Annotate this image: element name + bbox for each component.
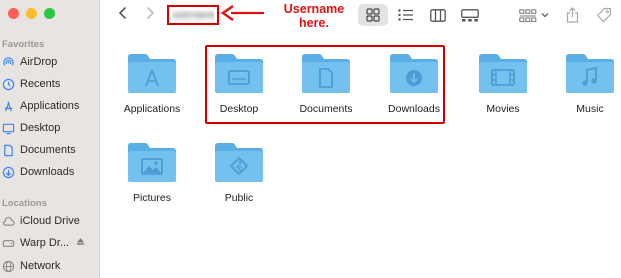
group-grid-icon — [519, 8, 537, 22]
folder-music[interactable]: Music — [550, 51, 621, 115]
gallery-view-button[interactable] — [457, 4, 483, 26]
sidebar-item-label: Network — [20, 260, 61, 272]
public-folder-icon — [215, 143, 263, 182]
sidebar-item-label: AirDrop — [20, 56, 58, 68]
locations-section-title: Locations — [2, 198, 47, 209]
annotation-arrow-icon — [221, 5, 264, 21]
sidebar-item-icloud-drive[interactable]: iCloud Drive — [2, 211, 98, 231]
gallery-icon — [461, 8, 479, 22]
folder-label: Pictures — [133, 192, 171, 204]
annotation-highlight-box — [205, 45, 445, 124]
column-view-button[interactable] — [425, 4, 451, 26]
folder-label: Music — [576, 103, 604, 115]
chevron-down-icon — [541, 12, 549, 18]
columns-icon — [430, 8, 446, 22]
sidebar-item-label: Warp Dr... — [20, 237, 70, 249]
folder-pictures[interactable]: Pictures — [112, 140, 192, 204]
folder-title: username — [172, 9, 214, 21]
folder-applications[interactable]: Applications — [112, 51, 192, 115]
folder-grid: Applications Desktop Documents Downloads — [101, 32, 621, 278]
movies-folder-icon — [479, 54, 527, 93]
clock-icon — [2, 78, 15, 91]
airdrop-icon — [2, 56, 15, 69]
music-folder-icon — [566, 54, 614, 93]
cloud-icon — [2, 215, 15, 228]
sidebar-item-applications[interactable]: Applications — [2, 96, 98, 116]
sidebar-item-downloads[interactable]: Downloads — [2, 162, 98, 182]
sidebar-item-warp-drive[interactable]: Warp Dr... — [2, 233, 98, 253]
drive-icon — [2, 237, 15, 250]
folder-label: Applications — [123, 103, 181, 115]
sidebar-item-network[interactable]: Network — [2, 256, 98, 276]
pictures-folder-icon — [128, 143, 176, 182]
sidebar-item-label: Applications — [20, 100, 80, 112]
folder-movies[interactable]: Movies — [463, 51, 543, 115]
sidebar-item-label: Documents — [20, 144, 76, 156]
minimize-window-button[interactable] — [26, 8, 37, 19]
chevron-left-icon — [117, 6, 129, 25]
applications-icon — [2, 100, 15, 113]
tag-icon — [596, 7, 612, 23]
maximize-window-button[interactable] — [44, 8, 55, 19]
list-icon — [398, 9, 414, 21]
document-icon — [2, 144, 15, 157]
share-icon — [566, 7, 579, 23]
eject-icon[interactable] — [76, 237, 85, 249]
folder-public[interactable]: Public — [199, 140, 279, 204]
favorites-section-title: Favorites — [2, 39, 45, 50]
toolbar: username Username here. — [101, 0, 621, 32]
grid-icon — [366, 8, 380, 22]
applications-folder-icon — [128, 54, 176, 93]
folder-label: Movies — [486, 103, 520, 115]
group-by-button[interactable] — [518, 4, 550, 26]
chevron-right-icon — [144, 6, 156, 25]
folder-label: Public — [224, 192, 254, 204]
globe-icon — [2, 260, 15, 273]
sidebar-item-label: Recents — [20, 78, 61, 90]
sidebar-item-airdrop[interactable]: AirDrop — [2, 52, 98, 72]
sidebar-item-desktop[interactable]: Desktop — [2, 118, 98, 138]
share-button[interactable] — [561, 4, 583, 26]
sidebar-item-recents[interactable]: Recents — [2, 74, 98, 94]
list-view-button[interactable] — [393, 4, 419, 26]
desktop-icon — [2, 122, 15, 135]
sidebar-item-label: Desktop — [20, 122, 61, 134]
back-button[interactable] — [114, 6, 132, 24]
username-annotation: Username here. — [283, 2, 345, 30]
window-controls — [8, 8, 55, 19]
sidebar-item-label: iCloud Drive — [20, 215, 80, 227]
forward-button[interactable] — [141, 6, 159, 24]
download-icon — [2, 166, 15, 179]
tags-button[interactable] — [593, 4, 615, 26]
sidebar-item-label: Downloads — [20, 166, 75, 178]
sidebar-item-documents[interactable]: Documents — [2, 140, 98, 160]
sidebar: Favorites AirDrop Recents Applications D… — [0, 0, 100, 278]
folder-title-highlight: username — [167, 5, 219, 25]
close-window-button[interactable] — [8, 8, 19, 19]
icon-view-button[interactable] — [358, 4, 388, 26]
